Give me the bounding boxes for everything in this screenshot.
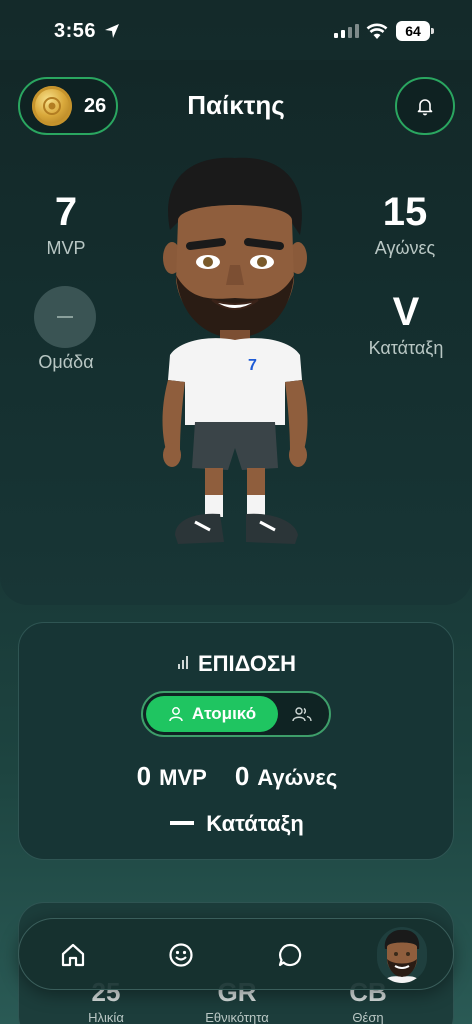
avatar [377, 927, 427, 983]
perf-matches-label: Αγώνες [257, 765, 338, 790]
team-badge[interactable] [34, 286, 96, 348]
perf-matches-count: 0 [234, 761, 250, 791]
performance-card: ΕΠΙΔΟΣΗ Ατομικό 0 MVP 0 Αγώνες Κατάταξη [18, 622, 454, 860]
chat-icon [278, 943, 302, 967]
info-age-label: Ηλικία [88, 1010, 124, 1024]
status-bar: 3:56 64 [0, 0, 472, 60]
status-time: 3:56 [54, 20, 97, 42]
bell-icon [417, 99, 433, 116]
home-icon [61, 943, 85, 967]
perf-matches: 0 Αγώνες [235, 761, 337, 792]
location-arrow-icon [105, 24, 119, 38]
jersey-number: 7 [248, 357, 257, 374]
perf-mvp-count: 0 [136, 761, 152, 791]
nav-home[interactable] [55, 937, 91, 973]
player-avatar[interactable]: 7 [150, 150, 320, 560]
performance-toggle: Ατομικό [141, 691, 331, 737]
stat-mvp-label: MVP [46, 238, 86, 258]
perf-mvp: 0 MVP [137, 761, 207, 792]
stat-mvp: 7 MVP [24, 190, 108, 259]
person-icon [169, 707, 183, 722]
stat-matches-value: 15 [382, 190, 428, 234]
battery-indicator: 64 [396, 21, 434, 41]
tab-individual[interactable]: Ατομικό [146, 696, 278, 732]
team-label: Ομάδα [38, 352, 94, 372]
nav-friends[interactable] [163, 937, 199, 973]
smiley-icon [169, 943, 193, 967]
wifi-icon [366, 23, 388, 39]
tab-individual-label: Ατομικό [191, 704, 257, 723]
cellular-signal-icon [334, 24, 359, 38]
stat-matches: 15 Αγώνες [364, 190, 446, 259]
notifications-button[interactable] [395, 77, 455, 135]
bottom-navigation [18, 918, 454, 990]
performance-stats: 0 MVP 0 Αγώνες [19, 761, 455, 792]
performance-title: ΕΠΙΔΟΣΗ [19, 651, 455, 677]
stat-rank: V Κατάταξη [358, 290, 454, 359]
group-icon [292, 707, 312, 722]
stat-mvp-value: 7 [54, 190, 78, 234]
info-nationality-label: Εθνικότητα [205, 1010, 269, 1024]
stat-matches-label: Αγώνες [374, 238, 436, 258]
info-position-label: Θέση [352, 1010, 384, 1024]
bar-chart-icon [177, 656, 188, 669]
perf-rank-label: Κατάταξη [206, 811, 304, 836]
perf-rank: Κατάταξη [19, 811, 455, 837]
nav-profile-avatar[interactable] [377, 927, 427, 983]
stat-rank-label: Κατάταξη [368, 338, 444, 358]
perf-mvp-label: MVP [159, 765, 207, 790]
tab-team[interactable] [278, 696, 326, 732]
empty-dash-icon [57, 316, 73, 318]
stat-rank-value: V [392, 290, 420, 334]
empty-dash-icon [170, 821, 195, 825]
performance-title-text: ΕΠΙΔΟΣΗ [197, 651, 297, 676]
nav-chat[interactable] [272, 937, 308, 973]
